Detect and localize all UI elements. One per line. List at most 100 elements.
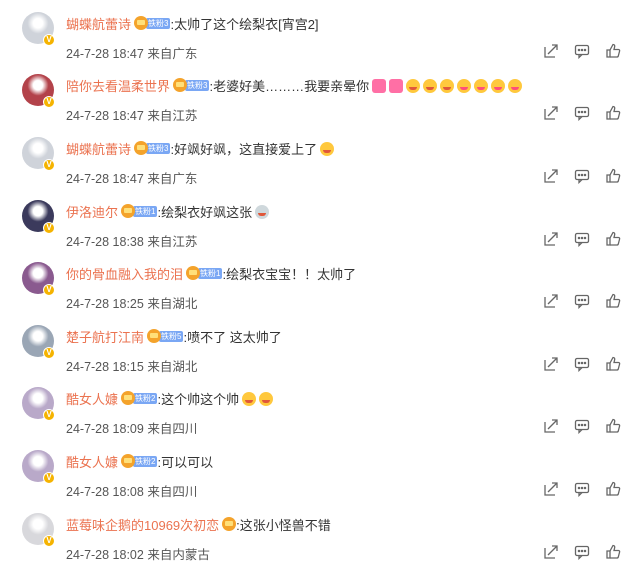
fan-badge[interactable]: 铁粉5 bbox=[147, 329, 184, 343]
reply-icon[interactable] bbox=[574, 544, 590, 560]
thumbs-up-icon bbox=[606, 418, 621, 433]
grey-emoji-icon bbox=[255, 204, 270, 219]
reply-icon[interactable] bbox=[574, 43, 590, 59]
thumbs-up-icon bbox=[606, 231, 621, 246]
username[interactable]: 楚子航打江南 bbox=[66, 327, 144, 346]
username[interactable]: 伊洛迪尔 bbox=[66, 202, 118, 221]
verified-badge-icon: V bbox=[43, 535, 55, 547]
share-icon[interactable] bbox=[543, 293, 559, 309]
share-icon[interactable] bbox=[543, 43, 559, 59]
fan-badge[interactable]: 铁粉2 bbox=[121, 391, 158, 405]
comment-item: V 伊洛迪尔 铁粉1 :绘梨衣好飒这张 24-7-28 18:38 来自江苏 bbox=[0, 200, 635, 262]
comment-time: 24-7-28 18:38 bbox=[66, 235, 144, 249]
verified-badge-icon: V bbox=[43, 34, 55, 46]
comment-location: 来自湖北 bbox=[147, 360, 198, 374]
fan-badge-label: 铁粉1 bbox=[198, 267, 223, 279]
fan-badge-label: 铁粉3 bbox=[185, 79, 210, 91]
verified-badge-icon: V bbox=[43, 284, 55, 296]
heart-emoji-icon bbox=[372, 78, 387, 93]
comment-time: 24-7-28 18:02 bbox=[66, 548, 144, 562]
fan-badge[interactable]: 铁粉2 bbox=[121, 454, 158, 468]
crown-icon bbox=[134, 141, 149, 155]
fan-badge[interactable]: 铁粉3 bbox=[134, 16, 171, 30]
comment-time: 24-7-28 18:15 bbox=[66, 360, 144, 374]
like-button[interactable] bbox=[605, 43, 621, 59]
crown-icon bbox=[121, 454, 136, 468]
comment-item: V 蝴蝶航蕾诗 铁粉3 :好飒好飒，这直接爱上了 24-7-28 18:47 来… bbox=[0, 137, 635, 199]
smile-emoji-icon bbox=[320, 141, 335, 156]
share-icon[interactable] bbox=[543, 544, 559, 560]
thumbs-up-icon bbox=[606, 293, 621, 308]
share-icon[interactable] bbox=[543, 231, 559, 247]
share-icon[interactable] bbox=[543, 481, 559, 497]
reply-icon[interactable] bbox=[574, 356, 590, 372]
verified-badge-icon: V bbox=[43, 222, 55, 234]
like-button[interactable] bbox=[605, 481, 621, 497]
smile-emoji-icon bbox=[406, 78, 421, 93]
crown-icon bbox=[147, 329, 162, 343]
thumbs-up-icon bbox=[606, 168, 621, 183]
like-button[interactable] bbox=[605, 418, 621, 434]
reply-icon[interactable] bbox=[574, 481, 590, 497]
share-icon[interactable] bbox=[543, 356, 559, 372]
like-button[interactable] bbox=[605, 544, 621, 560]
username[interactable]: 蓝莓味企鹅的10969次初恋 bbox=[66, 515, 219, 534]
username[interactable]: 陪你去看温柔世界 bbox=[66, 76, 170, 95]
kiss-emoji-icon bbox=[508, 78, 523, 93]
share-icon[interactable] bbox=[543, 105, 559, 121]
share-icon[interactable] bbox=[543, 168, 559, 184]
username[interactable]: 蝴蝶航蕾诗 bbox=[66, 139, 131, 158]
fan-badge[interactable]: 铁粉3 bbox=[173, 78, 210, 92]
fan-badge[interactable]: 铁粉1 bbox=[121, 204, 158, 218]
comment-text: :绘梨衣宝宝！！太帅了 bbox=[222, 266, 357, 282]
fan-badge-label: 铁粉1 bbox=[133, 205, 158, 217]
comment-item: V 陪你去看温柔世界 铁粉3 :老婆好美………我要亲晕你 24-7-28 18:… bbox=[0, 74, 635, 136]
comment-item: V 蝴蝶航蕾诗 铁粉3 :太帅了这个绘梨衣[宵宫2] 24-7-28 18:47… bbox=[0, 12, 635, 74]
fan-badge-label: 铁粉2 bbox=[133, 455, 158, 467]
comment-text: :喷不了 这太帅了 bbox=[183, 329, 282, 345]
share-icon[interactable] bbox=[543, 418, 559, 434]
comment-item: V 楚子航打江南 铁粉5 :喷不了 这太帅了 24-7-28 18:15 来自湖… bbox=[0, 325, 635, 387]
kiss-emoji-icon bbox=[474, 78, 489, 93]
username[interactable]: 酷女人嫝 bbox=[66, 389, 118, 408]
comment-location: 来自江苏 bbox=[147, 235, 198, 249]
fan-badge[interactable]: 铁粉3 bbox=[134, 141, 171, 155]
thumbs-up-icon bbox=[606, 544, 621, 559]
like-button[interactable] bbox=[605, 231, 621, 247]
emoji-group bbox=[239, 390, 274, 406]
comment-text: :太帅了这个绘梨衣[宵宫2] bbox=[170, 16, 319, 32]
comment-location: 来自四川 bbox=[147, 422, 198, 436]
crown-icon bbox=[134, 16, 149, 30]
thumbs-up-icon bbox=[606, 105, 621, 120]
comment-text: :可以可以 bbox=[157, 454, 214, 470]
reply-icon[interactable] bbox=[574, 168, 590, 184]
thumbs-up-icon bbox=[606, 356, 621, 371]
fan-badge[interactable] bbox=[222, 517, 237, 531]
reply-icon[interactable] bbox=[574, 105, 590, 121]
like-button[interactable] bbox=[605, 105, 621, 121]
username[interactable]: 蝴蝶航蕾诗 bbox=[66, 14, 131, 33]
like-button[interactable] bbox=[605, 168, 621, 184]
crown-icon bbox=[186, 266, 201, 280]
crown-icon bbox=[121, 391, 136, 405]
fan-badge[interactable]: 铁粉1 bbox=[186, 266, 223, 280]
comment-location: 来自广东 bbox=[147, 47, 198, 61]
reply-icon[interactable] bbox=[574, 293, 590, 309]
comment-time: 24-7-28 18:25 bbox=[66, 297, 144, 311]
crown-icon bbox=[173, 78, 188, 92]
fan-badge-label: 铁粉3 bbox=[146, 142, 171, 154]
verified-badge-icon: V bbox=[43, 347, 55, 359]
like-button[interactable] bbox=[605, 293, 621, 309]
verified-badge-icon: V bbox=[43, 472, 55, 484]
username[interactable]: 你的骨血融入我的泪 bbox=[66, 264, 183, 283]
kiss-emoji-icon bbox=[457, 78, 472, 93]
emoji-group bbox=[369, 77, 523, 93]
comment-text: :好飒好飒，这直接爱上了 bbox=[170, 141, 318, 157]
reply-icon[interactable] bbox=[574, 231, 590, 247]
like-button[interactable] bbox=[605, 356, 621, 372]
reply-icon[interactable] bbox=[574, 418, 590, 434]
emoji-group bbox=[252, 203, 270, 219]
verified-badge-icon: V bbox=[43, 409, 55, 421]
thumbs-up-icon bbox=[606, 481, 621, 496]
username[interactable]: 酷女人嫝 bbox=[66, 452, 118, 471]
